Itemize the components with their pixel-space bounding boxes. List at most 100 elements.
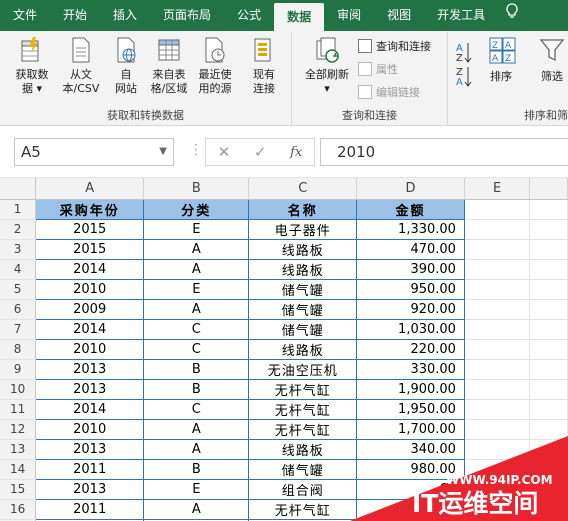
amount-cell[interactable]: 1,330.00 <box>356 219 465 240</box>
row-header[interactable]: 10 <box>0 379 37 400</box>
row-header[interactable]: 5 <box>0 279 37 300</box>
category-cell[interactable]: C <box>143 399 250 420</box>
cancel-icon[interactable]: ✕ <box>218 143 231 161</box>
year-cell[interactable]: 2009 <box>35 299 145 320</box>
empty-cell[interactable] <box>464 379 531 400</box>
name-cell[interactable]: 储气罐 <box>248 279 358 300</box>
year-cell[interactable]: 2014 <box>35 259 145 280</box>
tab-formulas[interactable]: 公式 <box>224 0 274 31</box>
name-cell[interactable]: 线路板 <box>248 439 358 460</box>
row-header[interactable]: 16 <box>0 499 37 520</box>
amount-cell[interactable]: 330.00 <box>356 359 465 380</box>
empty-cell[interactable] <box>529 239 568 260</box>
row-header[interactable]: 9 <box>0 359 37 380</box>
tab-view[interactable]: 视图 <box>374 0 424 31</box>
empty-cell[interactable] <box>529 319 568 340</box>
row-header[interactable]: 3 <box>0 239 37 260</box>
filter-button[interactable]: 筛选 <box>532 35 568 84</box>
category-cell[interactable]: B <box>143 459 250 480</box>
column-header-b[interactable]: B <box>143 178 250 200</box>
empty-cell[interactable] <box>529 399 568 420</box>
amount-cell[interactable]: 470.00 <box>356 239 465 260</box>
category-cell[interactable]: A <box>143 299 250 320</box>
from-text-csv-button[interactable]: 从文 本/CSV <box>58 35 104 96</box>
year-cell[interactable]: 2015 <box>35 219 145 240</box>
insert-function-icon[interactable]: fx <box>290 145 302 160</box>
sort-az-button[interactable]: A Z Z A <box>454 39 474 91</box>
name-cell[interactable]: 储气罐 <box>248 319 358 340</box>
year-cell[interactable]: 2013 <box>35 379 145 400</box>
row-header[interactable]: 4 <box>0 259 37 280</box>
row-header[interactable]: 14 <box>0 459 37 480</box>
row-header[interactable]: 13 <box>0 439 37 460</box>
sort-button[interactable]: ZAAZ 排序 <box>482 35 520 84</box>
amount-cell[interactable]: 390.00 <box>356 259 465 280</box>
category-cell[interactable]: A <box>143 239 250 260</box>
category-cell[interactable]: A <box>143 439 250 460</box>
year-cell[interactable]: 2014 <box>35 399 145 420</box>
empty-cell[interactable] <box>464 239 531 260</box>
category-cell[interactable]: E <box>143 479 250 500</box>
properties-button[interactable]: 属性 <box>358 59 398 79</box>
amount-cell[interactable]: 220.00 <box>356 339 465 360</box>
row-header[interactable]: 1 <box>0 199 37 220</box>
category-cell[interactable]: A <box>143 419 250 440</box>
name-cell[interactable]: 线路板 <box>248 259 358 280</box>
name-cell[interactable]: 无杆气缸 <box>248 399 358 420</box>
row-header[interactable]: 2 <box>0 219 37 240</box>
empty-cell[interactable] <box>464 259 531 280</box>
amount-cell[interactable]: 1,950.00 <box>356 399 465 420</box>
name-cell[interactable]: 无杆气缸 <box>248 419 358 440</box>
row-header[interactable]: 12 <box>0 419 37 440</box>
name-cell[interactable]: 线路板 <box>248 339 358 360</box>
column-header-a[interactable]: A <box>35 178 145 200</box>
select-all-corner[interactable] <box>0 178 37 200</box>
year-cell[interactable]: 2010 <box>35 339 145 360</box>
column-header-e[interactable]: E <box>464 178 531 200</box>
queries-connections-button[interactable]: 查询和连接 <box>358 36 431 56</box>
empty-cell[interactable] <box>529 199 568 220</box>
year-cell[interactable]: 2010 <box>35 279 145 300</box>
tab-home[interactable]: 开始 <box>50 0 100 31</box>
name-box[interactable]: A5 ▼ <box>14 138 174 166</box>
category-cell[interactable]: C <box>143 339 250 360</box>
empty-cell[interactable] <box>464 219 531 240</box>
empty-cell[interactable] <box>464 319 531 340</box>
edit-links-button[interactable]: 编辑链接 <box>358 82 420 102</box>
name-cell[interactable]: 储气罐 <box>248 299 358 320</box>
year-cell[interactable]: 2011 <box>35 459 145 480</box>
category-cell[interactable]: B <box>143 359 250 380</box>
tab-page-layout[interactable]: 页面布局 <box>150 0 224 31</box>
amount-cell[interactable]: 1,900.00 <box>356 379 465 400</box>
empty-cell[interactable] <box>529 299 568 320</box>
row-header[interactable]: 11 <box>0 399 37 420</box>
header-cell[interactable]: 金额 <box>356 199 465 220</box>
empty-cell[interactable] <box>529 339 568 360</box>
empty-cell[interactable] <box>464 339 531 360</box>
from-web-button[interactable]: 自 网站 <box>108 35 144 96</box>
name-cell[interactable]: 储气罐 <box>248 459 358 480</box>
tab-review[interactable]: 审阅 <box>324 0 374 31</box>
refresh-all-button[interactable]: 全部刷新 ▾ <box>300 35 354 96</box>
year-cell[interactable]: 2010 <box>35 419 145 440</box>
existing-connections-button[interactable]: 现有 连接 <box>246 35 282 96</box>
tab-insert[interactable]: 插入 <box>100 0 150 31</box>
row-header[interactable]: 6 <box>0 299 37 320</box>
empty-cell[interactable] <box>529 259 568 280</box>
column-header-f[interactable] <box>529 178 568 200</box>
amount-cell[interactable]: 950.00 <box>356 279 465 300</box>
category-cell[interactable]: B <box>143 379 250 400</box>
name-cell[interactable]: 无杆气缸 <box>248 379 358 400</box>
empty-cell[interactable] <box>529 219 568 240</box>
amount-cell[interactable]: 920.00 <box>356 299 465 320</box>
empty-cell[interactable] <box>464 199 531 220</box>
empty-cell[interactable] <box>529 279 568 300</box>
empty-cell[interactable] <box>464 299 531 320</box>
year-cell[interactable]: 2011 <box>35 499 145 520</box>
empty-cell[interactable] <box>464 399 531 420</box>
row-header[interactable]: 15 <box>0 479 37 500</box>
year-cell[interactable]: 2013 <box>35 439 145 460</box>
formula-input[interactable]: 2010 <box>320 138 568 166</box>
amount-cell[interactable]: 1,030.00 <box>356 319 465 340</box>
row-header[interactable]: 8 <box>0 339 37 360</box>
